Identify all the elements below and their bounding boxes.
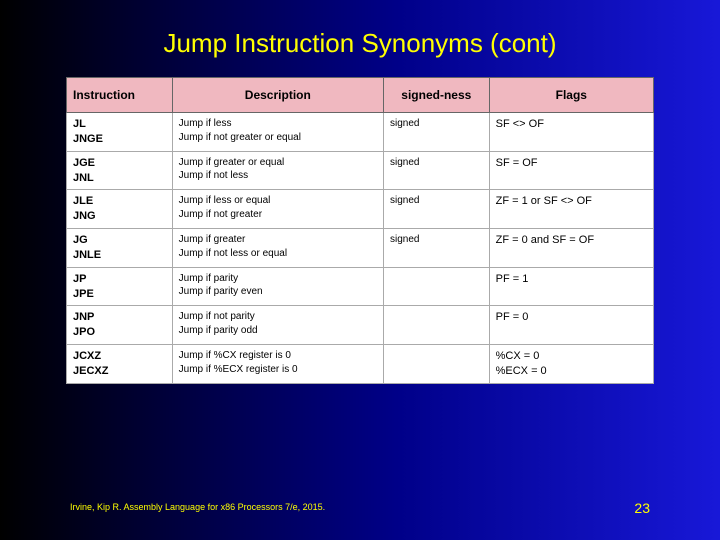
cell-signedness: signed	[383, 151, 489, 190]
table-body: JLJNGEJump if lessJump if not greater or…	[67, 113, 654, 384]
cell-instruction: JLEJNG	[67, 190, 173, 229]
footer-citation: Irvine, Kip R. Assembly Language for x86…	[70, 502, 325, 512]
cell-flags: SF <> OF	[489, 113, 653, 152]
table-container: Instruction Description signed-ness Flag…	[66, 77, 654, 384]
table-row: JCXZJECXZJump if %CX register is 0Jump i…	[67, 345, 654, 384]
cell-flags: %CX = 0%ECX = 0	[489, 345, 653, 384]
cell-description: Jump if parityJump if parity even	[172, 267, 383, 306]
table-row: JNPJPOJump if not parityJump if parity o…	[67, 306, 654, 345]
cell-signedness: signed	[383, 229, 489, 268]
cell-description: Jump if less or equalJump if not greater	[172, 190, 383, 229]
cell-signedness	[383, 267, 489, 306]
cell-description: Jump if greaterJump if not less or equal	[172, 229, 383, 268]
th-description: Description	[172, 78, 383, 113]
cell-instruction: JNPJPO	[67, 306, 173, 345]
cell-signedness: signed	[383, 190, 489, 229]
th-signedness: signed-ness	[383, 78, 489, 113]
cell-flags: PF = 0	[489, 306, 653, 345]
jump-synonyms-table: Instruction Description signed-ness Flag…	[66, 77, 654, 384]
cell-flags: PF = 1	[489, 267, 653, 306]
table-row: JGEJNLJump if greater or equalJump if no…	[67, 151, 654, 190]
cell-instruction: JPJPE	[67, 267, 173, 306]
cell-signedness	[383, 306, 489, 345]
table-row: JGJNLEJump if greaterJump if not less or…	[67, 229, 654, 268]
cell-instruction: JLJNGE	[67, 113, 173, 152]
th-instruction: Instruction	[67, 78, 173, 113]
cell-flags: ZF = 1 or SF <> OF	[489, 190, 653, 229]
table-row: JLEJNGJump if less or equalJump if not g…	[67, 190, 654, 229]
cell-instruction: JGJNLE	[67, 229, 173, 268]
cell-description: Jump if greater or equalJump if not less	[172, 151, 383, 190]
table-row: JPJPEJump if parityJump if parity even PF…	[67, 267, 654, 306]
cell-description: Jump if not parityJump if parity odd	[172, 306, 383, 345]
table-row: JLJNGEJump if lessJump if not greater or…	[67, 113, 654, 152]
cell-description: Jump if lessJump if not greater or equal	[172, 113, 383, 152]
cell-instruction: JCXZJECXZ	[67, 345, 173, 384]
th-flags: Flags	[489, 78, 653, 113]
slide-title: Jump Instruction Synonyms (cont)	[0, 0, 720, 77]
cell-description: Jump if %CX register is 0Jump if %ECX re…	[172, 345, 383, 384]
cell-signedness	[383, 345, 489, 384]
table-header-row: Instruction Description signed-ness Flag…	[67, 78, 654, 113]
cell-flags: ZF = 0 and SF = OF	[489, 229, 653, 268]
cell-signedness: signed	[383, 113, 489, 152]
cell-instruction: JGEJNL	[67, 151, 173, 190]
cell-flags: SF = OF	[489, 151, 653, 190]
footer-page-number: 23	[634, 500, 650, 516]
